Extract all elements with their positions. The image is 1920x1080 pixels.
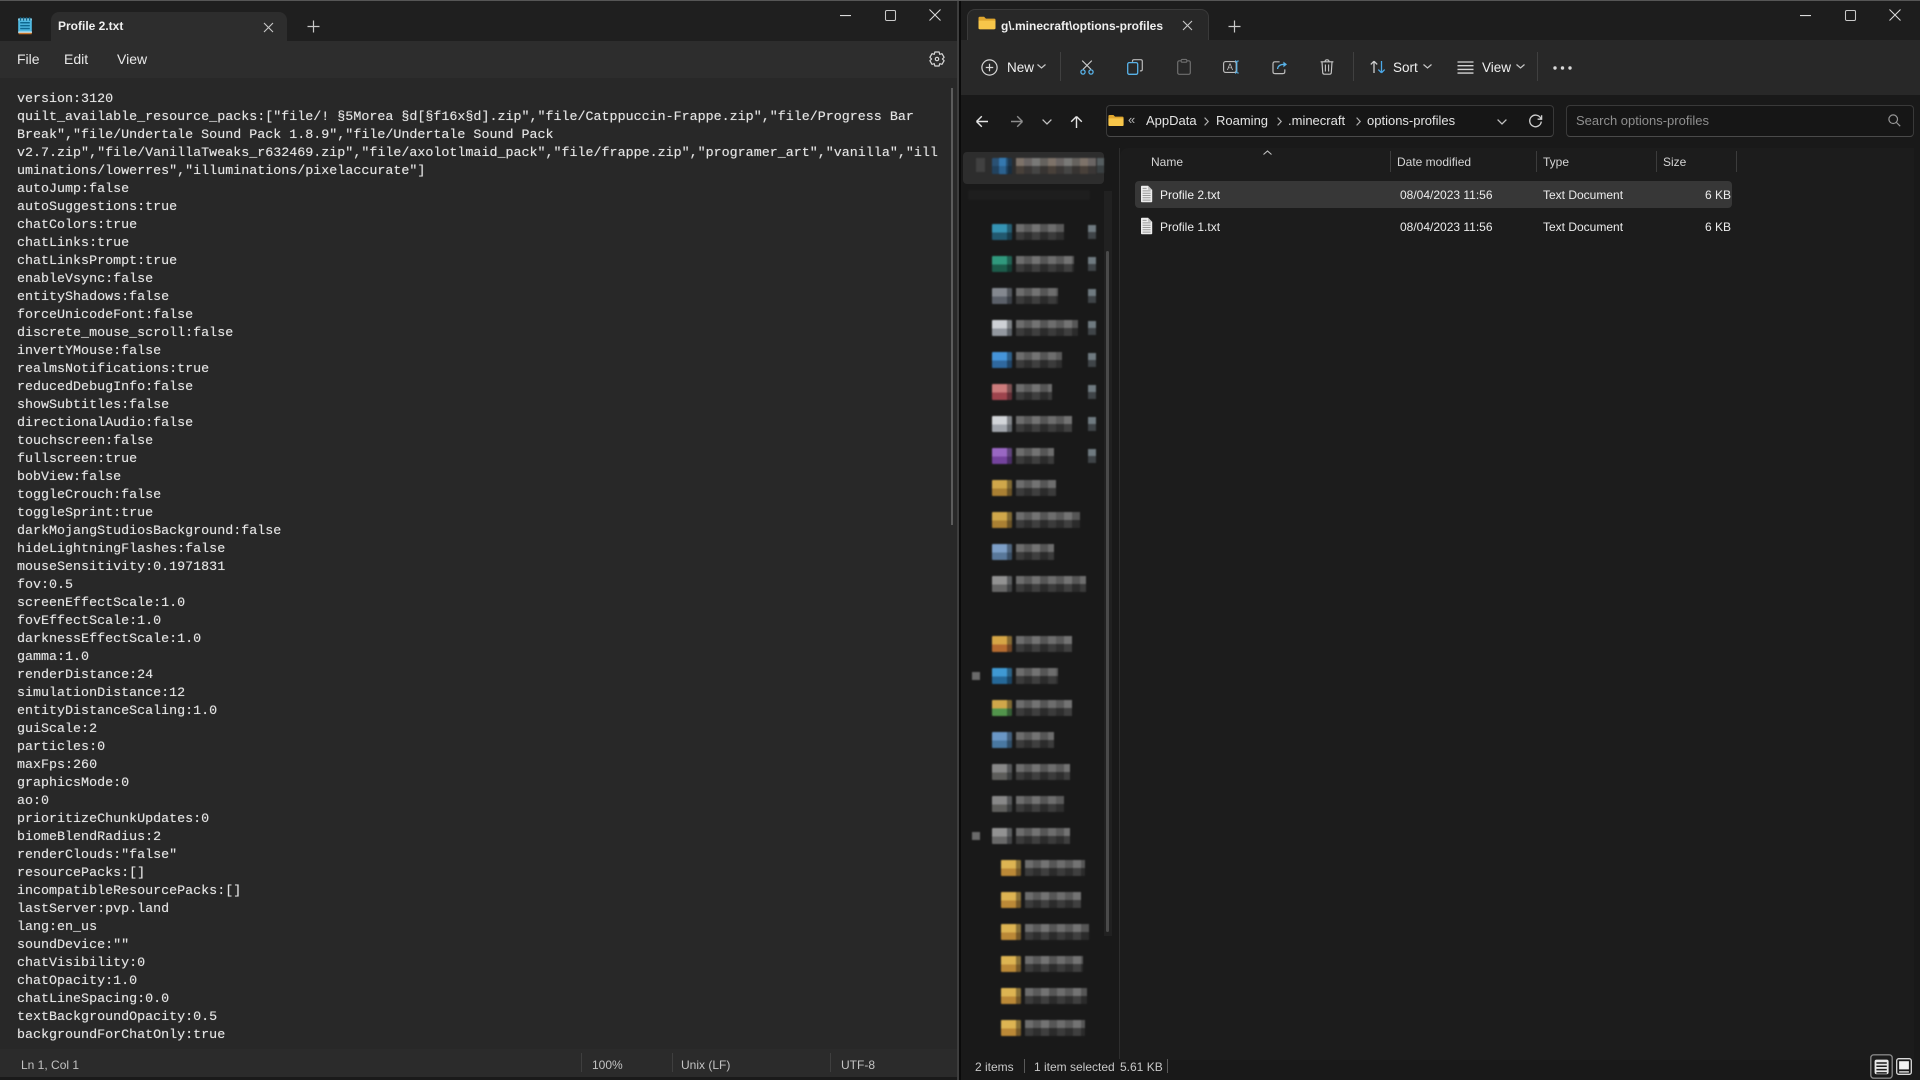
svg-text:A: A: [1227, 62, 1233, 72]
